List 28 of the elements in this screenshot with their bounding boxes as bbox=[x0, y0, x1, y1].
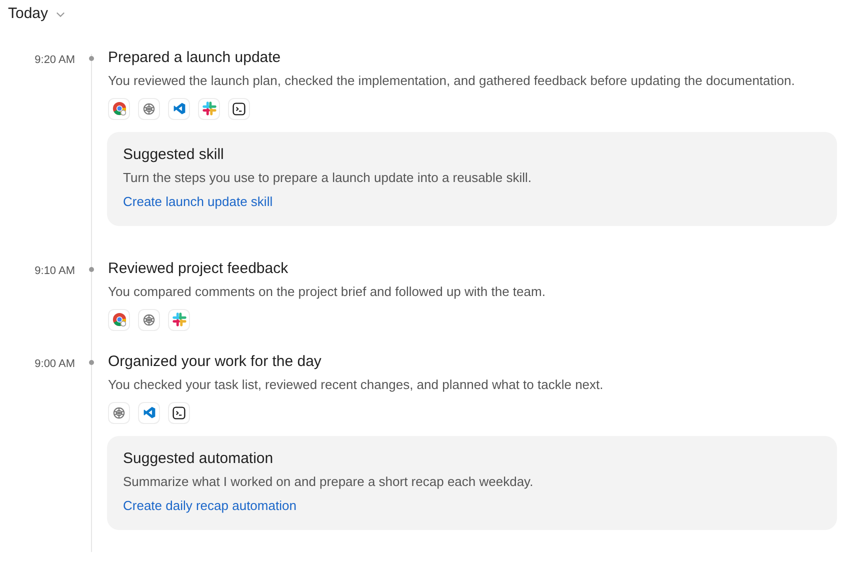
knot-icon bbox=[142, 312, 156, 326]
code-editor-icon bbox=[172, 102, 186, 115]
suggestion-title: Suggested skill bbox=[123, 144, 225, 164]
knot-icon bbox=[142, 102, 156, 116]
terminal-icon bbox=[232, 102, 246, 116]
terminal-icon bbox=[172, 406, 186, 420]
suggestion-text: Summarize what I worked on and prepare a short recap each weekday. bbox=[123, 472, 534, 490]
suggestion-link[interactable]: Create daily recap automation bbox=[123, 496, 296, 514]
entry-title: Organized your work for the day bbox=[108, 352, 322, 372]
entry-title: Prepared a launch update bbox=[108, 48, 282, 68]
hash-logo-icon bbox=[172, 312, 186, 327]
chevron-down-icon[interactable] bbox=[56, 10, 66, 19]
entry-time: 9:00 AM bbox=[34, 358, 75, 370]
suggestion-title: Suggested automation bbox=[123, 448, 274, 468]
entry-title: Reviewed project feedback bbox=[108, 258, 290, 278]
browser-icon bbox=[112, 312, 126, 327]
section-title[interactable]: Today bbox=[8, 3, 48, 26]
entry-description: You compared comments on the project brief and followed up with the team. bbox=[108, 282, 546, 300]
hash-logo-icon bbox=[202, 101, 216, 116]
suggestion-text: Turn the steps you use to prepare a launch update into a reusable skill. bbox=[123, 168, 533, 186]
entry-time: 9:20 AM bbox=[34, 54, 75, 66]
entry-time: 9:10 AM bbox=[34, 264, 75, 276]
knot-icon bbox=[112, 406, 126, 420]
browser-icon bbox=[112, 101, 126, 116]
code-editor-icon bbox=[142, 406, 156, 419]
suggestion-link[interactable]: Create launch update skill bbox=[123, 192, 273, 210]
entry-description: You checked your task list, reviewed recent changes, and planned what to tackle next. bbox=[108, 376, 604, 394]
entry-description: You reviewed the launch plan, checked the implementation, and gathered feedback before updating the documentation. bbox=[108, 72, 796, 90]
